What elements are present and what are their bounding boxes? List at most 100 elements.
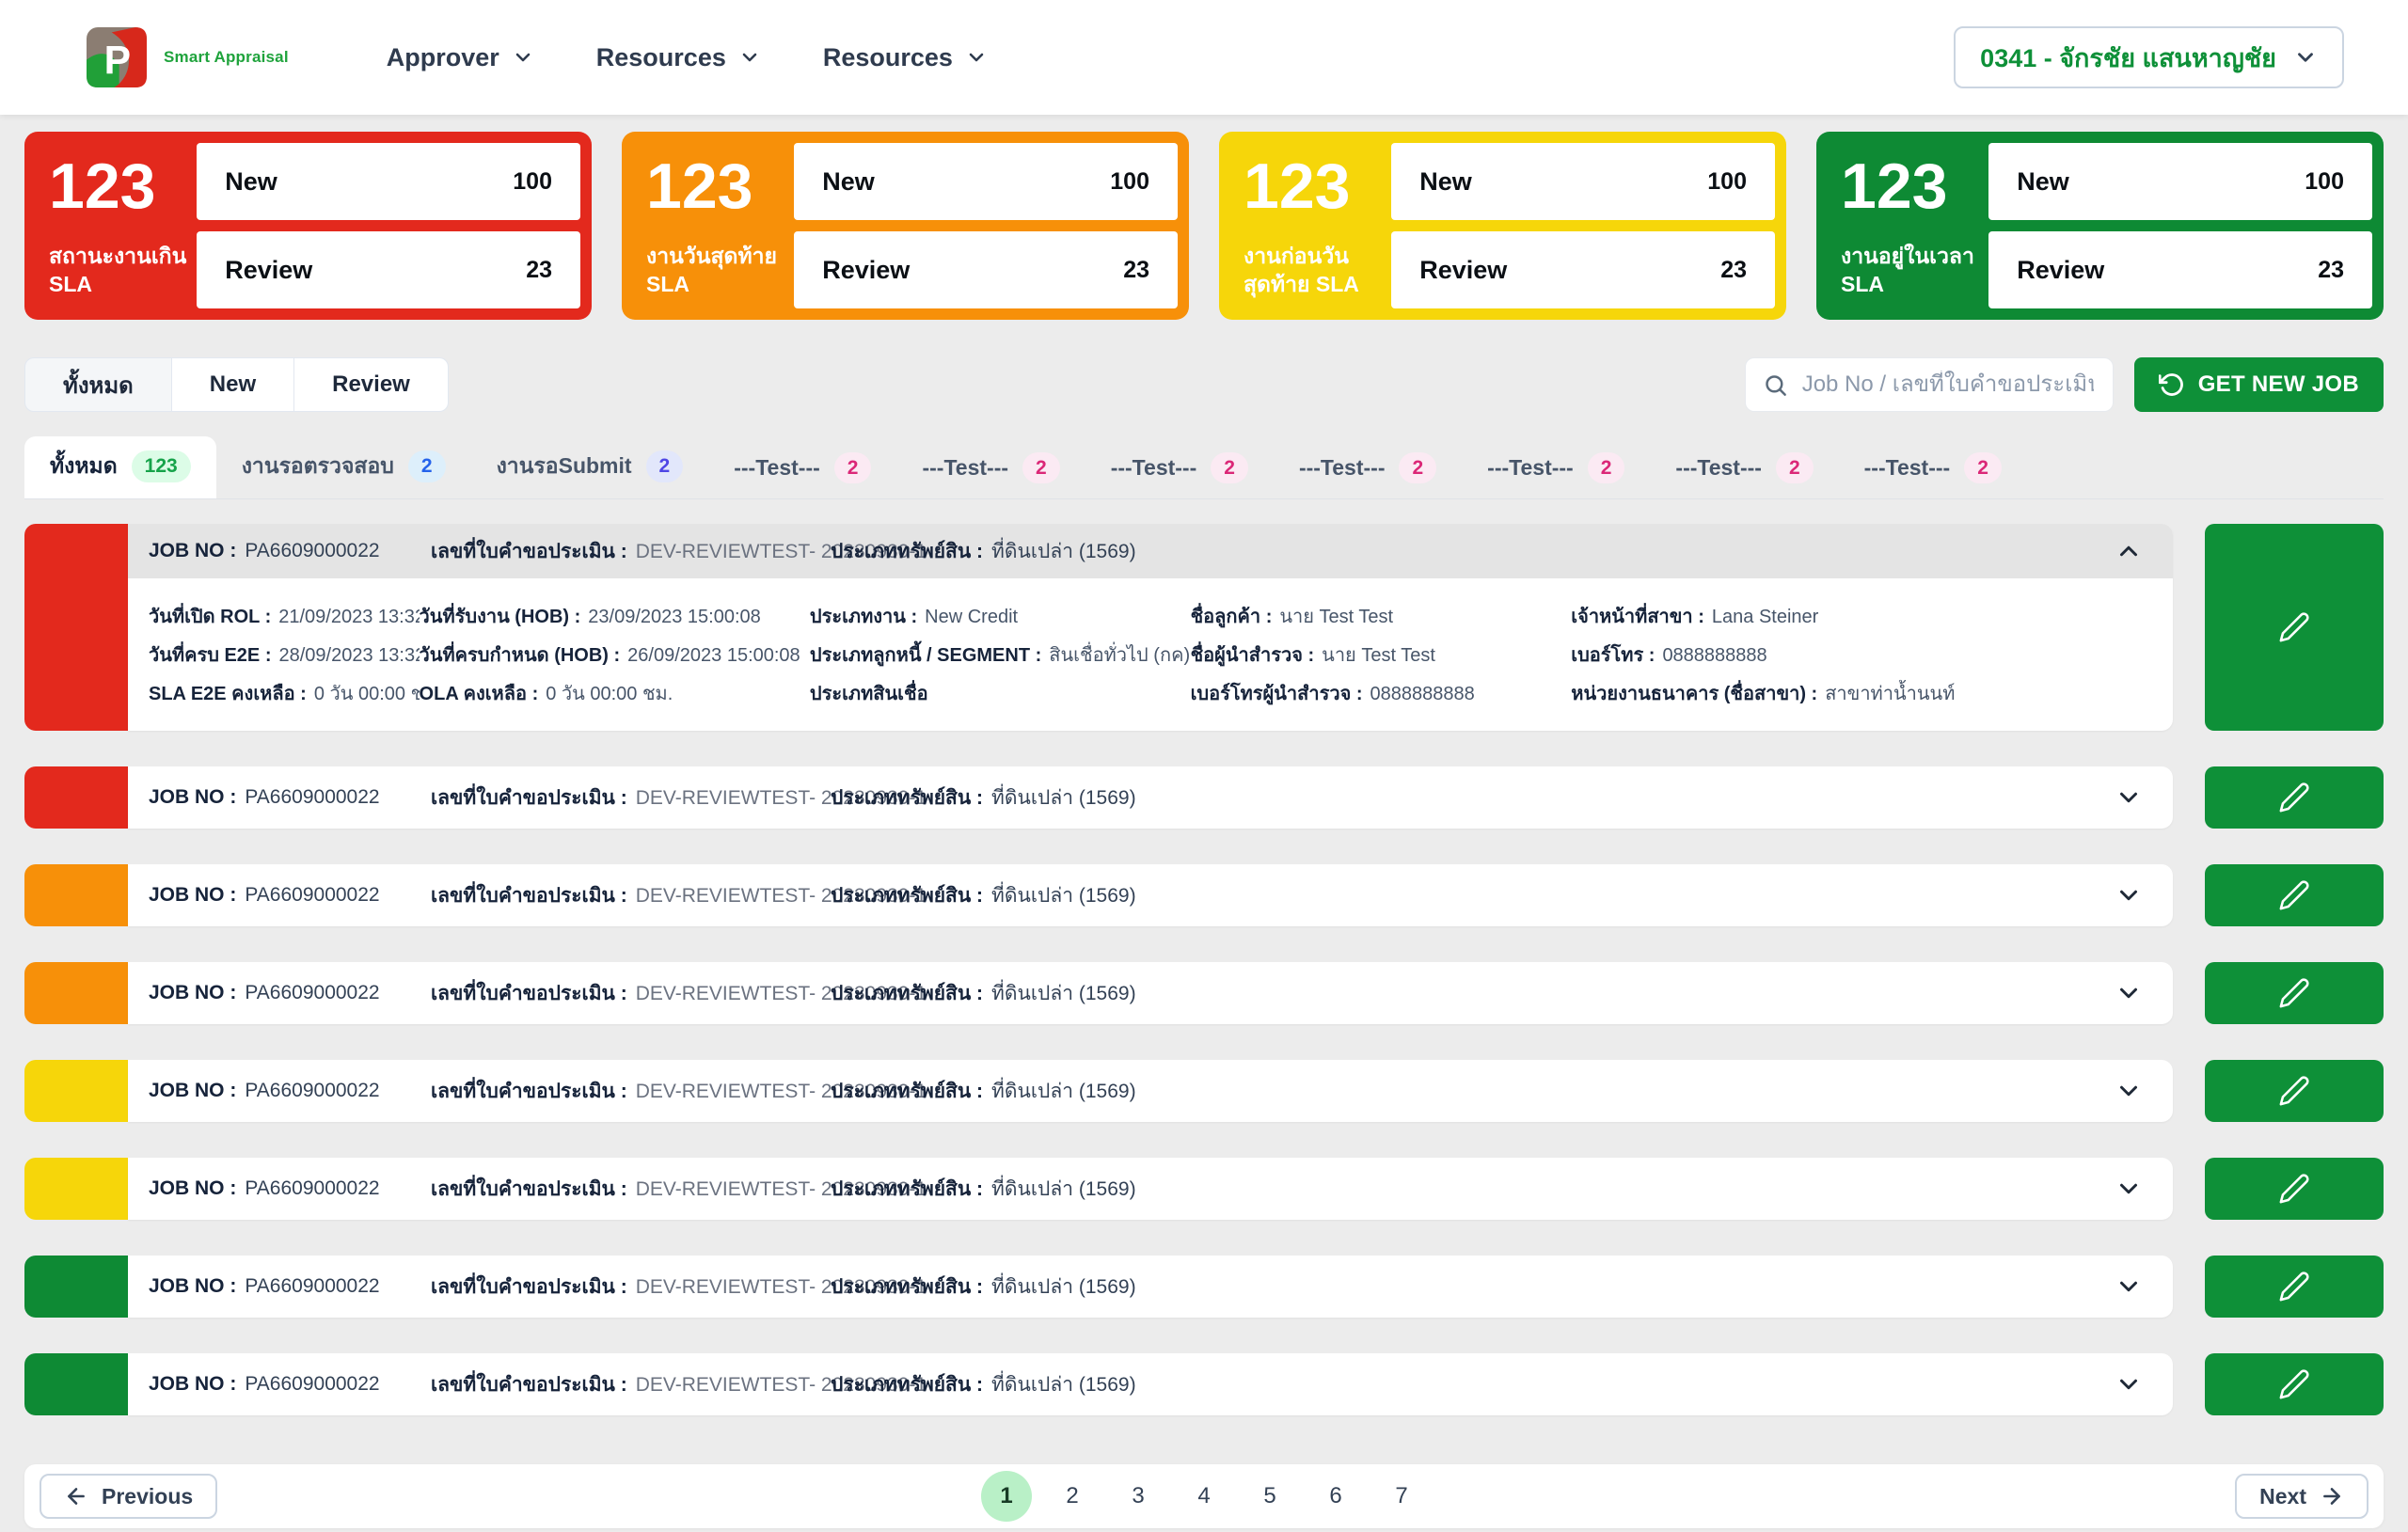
job-no-label: JOB NO : bbox=[149, 540, 236, 562]
detail-value: สาขาท่าน้ำนนท์ bbox=[1825, 678, 1955, 708]
tab-badge: 2 bbox=[834, 452, 872, 483]
edit-job-button[interactable] bbox=[2205, 524, 2384, 731]
queue-tab-label: ---Test--- bbox=[1675, 455, 1762, 481]
sla-card-count: 123 bbox=[646, 154, 788, 218]
property-type-value: ที่ดินเปล่า (1569) bbox=[991, 1174, 1136, 1205]
previous-page-button[interactable]: Previous bbox=[40, 1474, 217, 1519]
expand-row-button[interactable] bbox=[2109, 876, 2148, 915]
user-dropdown[interactable]: 0341 - จักรชัย แสนหาญชัย bbox=[1954, 26, 2344, 88]
request-no-cell: เลขที่ใบคำขอประเมิน : DEV-REVIEWTEST- 20… bbox=[431, 782, 831, 813]
nav-menu-item[interactable]: Resources bbox=[823, 43, 988, 72]
queue-tab[interactable]: ---Test--- 2 bbox=[896, 439, 1085, 498]
sla-card-summary: 123 งานวันสุดท้าย SLA bbox=[622, 143, 794, 308]
status-segment-button[interactable]: ทั้งหมด bbox=[24, 357, 172, 412]
edit-job-button[interactable] bbox=[2205, 864, 2384, 926]
request-no-cell: เลขที่ใบคำขอประเมิน : DEV-REVIEWTEST- 20… bbox=[431, 1076, 831, 1107]
page-number-button[interactable]: 7 bbox=[1376, 1471, 1427, 1522]
request-no-cell: เลขที่ใบคำขอประเมิน : DEV-REVIEWTEST- 20… bbox=[431, 880, 831, 911]
page-number-button[interactable]: 3 bbox=[1113, 1471, 1164, 1522]
detail-value: New Credit bbox=[925, 607, 1018, 628]
job-detail-field: เจ้าหน้าที่สาขา : Lana Steiner bbox=[1571, 601, 2152, 631]
job-no-value: PA6609000022 bbox=[245, 1080, 379, 1102]
nav-menu-item[interactable]: Approver bbox=[387, 43, 534, 72]
status-strip bbox=[24, 1256, 128, 1318]
previous-page-label: Previous bbox=[102, 1484, 193, 1509]
expand-row-button[interactable] bbox=[2109, 1267, 2148, 1306]
property-type-label: ประเภททรัพย์สิน : bbox=[831, 978, 983, 1009]
table-row: JOB NO : PA6609000022 เลขที่ใบคำขอประเมิ… bbox=[24, 962, 2384, 1024]
detail-label: วันที่ครบ E2E : bbox=[149, 640, 271, 670]
job-no-value: PA6609000022 bbox=[245, 786, 379, 809]
property-type-cell: ประเภททรัพย์สิน : ที่ดินเปล่า (1569) bbox=[831, 782, 2109, 813]
page-number-button[interactable]: 1 bbox=[981, 1471, 1032, 1522]
detail-value: 0 วัน 00:00 ชม. bbox=[314, 678, 420, 708]
page-number-button[interactable]: 6 bbox=[1310, 1471, 1361, 1522]
page-number-list: 1234567 bbox=[981, 1471, 1427, 1522]
queue-tab[interactable]: ---Test--- 2 bbox=[1085, 439, 1274, 498]
expand-row-button[interactable] bbox=[2109, 1365, 2148, 1404]
queue-tab[interactable]: ทั้งหมด 123 bbox=[24, 436, 216, 498]
edit-job-button[interactable] bbox=[2205, 766, 2384, 829]
job-list: JOB NO : PA6609000022 เลขที่ใบคำขอประเมิ… bbox=[24, 524, 2384, 1415]
property-type-label: ประเภททรัพย์สิน : bbox=[831, 782, 983, 813]
job-row-line: JOB NO : PA6609000022 เลขที่ใบคำขอประเมิ… bbox=[128, 962, 2173, 1024]
job-detail-field: วันที่เปิด ROL : 21/09/2023 13:32:08 bbox=[149, 601, 420, 631]
edit-job-button[interactable] bbox=[2205, 1256, 2384, 1318]
queue-tab[interactable]: งานรอตรวจสอบ 2 bbox=[216, 436, 471, 498]
expand-row-button[interactable] bbox=[2109, 1071, 2148, 1111]
edit-job-button[interactable] bbox=[2205, 962, 2384, 1024]
job-no-cell: JOB NO : PA6609000022 bbox=[149, 786, 431, 809]
nav-menu-label: Resources bbox=[596, 43, 726, 72]
sla-stat-new: New 100 bbox=[1391, 143, 1775, 220]
job-search[interactable] bbox=[1745, 357, 2114, 412]
search-input[interactable] bbox=[1800, 371, 2096, 399]
request-no-label: เลขที่ใบคำขอประเมิน : bbox=[431, 880, 627, 911]
queue-tab[interactable]: งานรอSubmit 2 bbox=[471, 436, 709, 498]
edit-job-button[interactable] bbox=[2205, 1060, 2384, 1122]
detail-value: 26/09/2023 15:00:08 bbox=[627, 645, 800, 667]
job-row-line: JOB NO : PA6609000022 เลขที่ใบคำขอประเมิ… bbox=[128, 1060, 2173, 1122]
arrow-right-icon bbox=[2320, 1484, 2344, 1508]
detail-label: ชื่อลูกค้า : bbox=[1191, 601, 1273, 631]
pencil-icon bbox=[2278, 977, 2310, 1009]
queue-tab[interactable]: ---Test--- 2 bbox=[1839, 439, 2027, 498]
page-number-button[interactable]: 2 bbox=[1047, 1471, 1098, 1522]
job-detail-field: OLA คงเหลือ : 0 วัน 00:00 ชม. bbox=[420, 678, 810, 708]
detail-label: วันที่รับงาน (HOB) : bbox=[420, 601, 581, 631]
next-page-button[interactable]: Next bbox=[2235, 1474, 2368, 1519]
queue-tab[interactable]: ---Test--- 2 bbox=[1462, 439, 1650, 498]
tab-badge: 2 bbox=[408, 450, 446, 482]
status-strip bbox=[24, 1060, 128, 1122]
page-number-button[interactable]: 5 bbox=[1244, 1471, 1295, 1522]
sla-stat-review: Review 23 bbox=[1988, 231, 2372, 308]
queue-tab[interactable]: ---Test--- 2 bbox=[708, 439, 896, 498]
queue-tabs: ทั้งหมด 123 งานรอตรวจสอบ 2 งานรอSubmit 2… bbox=[24, 436, 2384, 499]
nav-menu-item[interactable]: Resources bbox=[596, 43, 761, 72]
chevron-down-icon bbox=[2115, 1368, 2143, 1400]
status-segment-button[interactable]: New bbox=[171, 357, 294, 412]
sla-stat-review: Review 23 bbox=[794, 231, 1178, 308]
request-no-label: เลขที่ใบคำขอประเมิน : bbox=[431, 1271, 627, 1303]
edit-job-button[interactable] bbox=[2205, 1158, 2384, 1220]
top-bar: P Smart Appraisal Approver Resources Res… bbox=[0, 0, 2408, 115]
sla-card-label: งานวันสุดท้าย SLA bbox=[646, 243, 788, 299]
queue-tab[interactable]: ---Test--- 2 bbox=[1650, 439, 1838, 498]
main-nav: Approver Resources Resources bbox=[387, 43, 988, 72]
queue-tab[interactable]: ---Test--- 2 bbox=[1274, 439, 1462, 498]
collapse-row-button[interactable] bbox=[2109, 531, 2148, 571]
expand-row-button[interactable] bbox=[2109, 973, 2148, 1013]
status-strip bbox=[24, 524, 128, 731]
status-strip bbox=[24, 1158, 128, 1220]
property-type-cell: ประเภททรัพย์สิน : ที่ดินเปล่า (1569) bbox=[831, 1369, 2109, 1400]
edit-job-button[interactable] bbox=[2205, 1353, 2384, 1415]
status-segment-button[interactable]: Review bbox=[293, 357, 449, 412]
arrow-left-icon bbox=[64, 1484, 88, 1508]
page-number-button[interactable]: 4 bbox=[1179, 1471, 1229, 1522]
get-new-job-button[interactable]: GET NEW JOB bbox=[2134, 357, 2384, 412]
expand-row-button[interactable] bbox=[2109, 778, 2148, 817]
detail-label: ประเภทงาน : bbox=[810, 601, 917, 631]
detail-label: หน่วยงานธนาคาร (ชื่อสาขา) : bbox=[1571, 678, 1817, 708]
detail-value: 0888888888 bbox=[1662, 645, 1766, 667]
sla-stat-new: New 100 bbox=[1988, 143, 2372, 220]
expand-row-button[interactable] bbox=[2109, 1169, 2148, 1208]
